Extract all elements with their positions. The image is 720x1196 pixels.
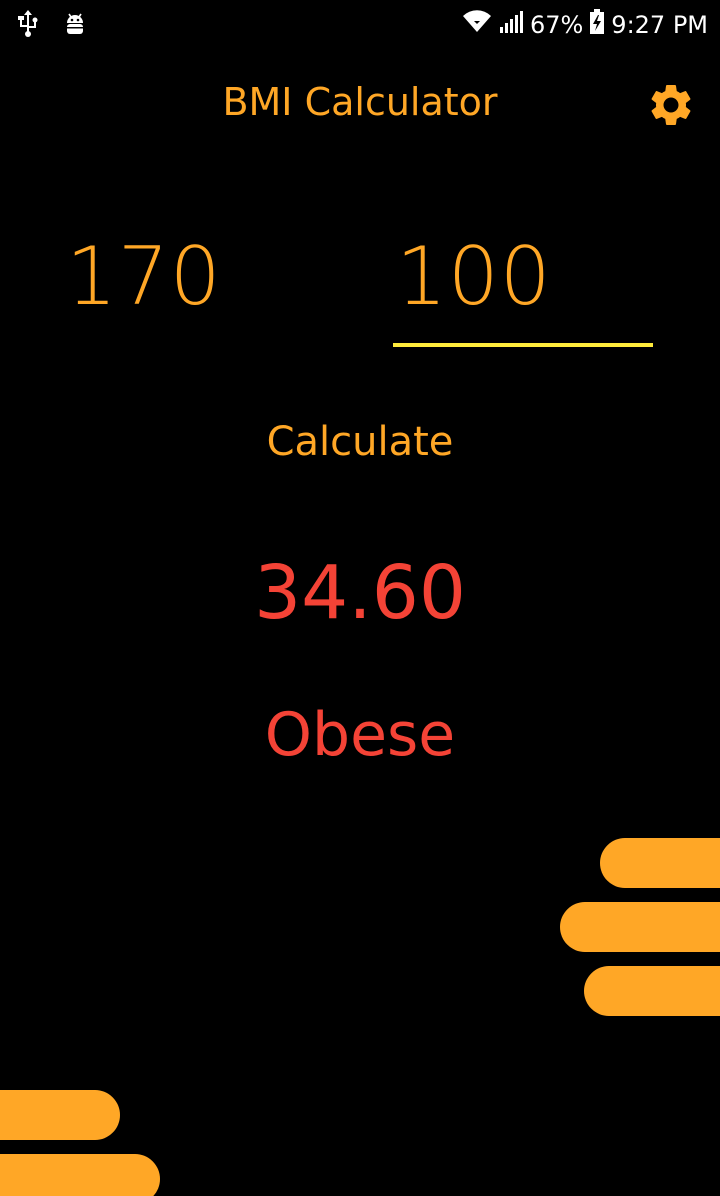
weight-value: 100	[396, 230, 552, 323]
screen: 67% 9:27 PM BMI Calculator 170 100 Calcu…	[0, 0, 720, 1196]
decor-pill-left-2	[0, 1154, 160, 1196]
app-title: BMI Calculator	[222, 80, 498, 124]
decor-pill-left-1	[0, 1090, 120, 1140]
status-bar-left	[16, 10, 88, 42]
height-field[interactable]: 170	[66, 222, 326, 352]
decor-pill-right-3	[584, 966, 720, 1016]
android-debug-icon	[62, 11, 88, 41]
battery-percent: 67%	[529, 11, 584, 39]
signal-icon	[498, 10, 524, 40]
decor-pill-right-2	[560, 902, 720, 952]
bmi-category: Obese	[264, 700, 456, 770]
battery-charging-icon	[589, 9, 605, 41]
status-bar-right: 67% 9:27 PM	[462, 9, 708, 41]
settings-button[interactable]	[644, 80, 698, 134]
wifi-icon	[462, 10, 492, 40]
usb-icon	[16, 10, 40, 42]
bmi-result: 34.60	[254, 550, 466, 636]
height-value: 170	[66, 230, 222, 323]
status-bar: 67% 9:27 PM	[0, 0, 720, 50]
clock: 9:27 PM	[611, 11, 708, 39]
gear-icon	[646, 80, 696, 134]
decor-pill-right-1	[600, 838, 720, 888]
calculate-button[interactable]: Calculate	[230, 405, 490, 479]
weight-field[interactable]: 100	[393, 222, 653, 352]
weight-field-underline	[393, 343, 653, 347]
